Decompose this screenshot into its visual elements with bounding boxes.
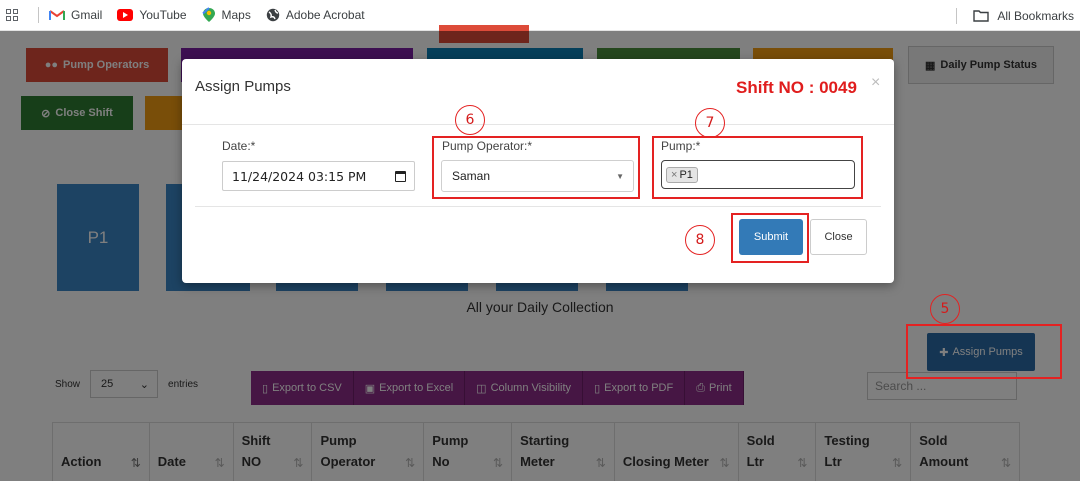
modal-title: Assign Pumps	[195, 78, 291, 95]
annotation-box-submit	[731, 213, 809, 263]
date-value: 11/24/2024 03:15 PM	[232, 168, 367, 184]
annotation-box-operator	[432, 136, 640, 199]
apps-grid-icon[interactable]	[6, 9, 28, 21]
bookmark-label: YouTube	[139, 8, 187, 22]
globe-icon	[266, 8, 280, 22]
all-bookmarks-label: All Bookmarks	[997, 8, 1074, 23]
bookmark-gmail[interactable]: Gmail	[49, 8, 102, 22]
annotation-box-pump	[652, 136, 863, 199]
date-label: Date:*	[222, 139, 256, 153]
modal-divider	[195, 206, 881, 207]
gmail-icon	[49, 10, 65, 20]
close-icon[interactable]: ×	[871, 74, 880, 92]
shift-number: Shift NO : 0049	[736, 78, 857, 97]
bookmarks-bar: Gmail YouTube Maps Adobe Acrobat All Boo…	[0, 0, 1080, 31]
maps-icon	[201, 7, 215, 22]
bookmark-label: Adobe Acrobat	[285, 8, 365, 22]
annotation-step-8: 8	[685, 225, 715, 255]
bookmark-label: Gmail	[71, 8, 103, 22]
annotation-step-7: 7	[695, 108, 725, 138]
folder-icon	[973, 10, 990, 22]
calendar-icon[interactable]	[395, 170, 406, 182]
bookmark-label: Maps	[221, 8, 251, 22]
all-bookmarks[interactable]: All Bookmarks	[956, 0, 1074, 31]
annotation-step-6: 6	[455, 105, 485, 135]
bookmarks-divider	[956, 7, 958, 24]
bookmark-adobe-acrobat[interactable]: Adobe Acrobat	[266, 8, 365, 22]
annotation-box-assign	[906, 324, 1062, 379]
date-input[interactable]: 11/24/2024 03:15 PM	[222, 161, 415, 191]
modal-divider	[182, 124, 894, 125]
bookmarks-divider	[38, 7, 39, 23]
bookmark-maps[interactable]: Maps	[201, 7, 251, 23]
close-button[interactable]: Close	[810, 219, 867, 255]
youtube-icon	[117, 9, 134, 21]
annotation-step-5: 5	[930, 294, 960, 324]
bookmark-youtube[interactable]: YouTube	[117, 8, 187, 22]
